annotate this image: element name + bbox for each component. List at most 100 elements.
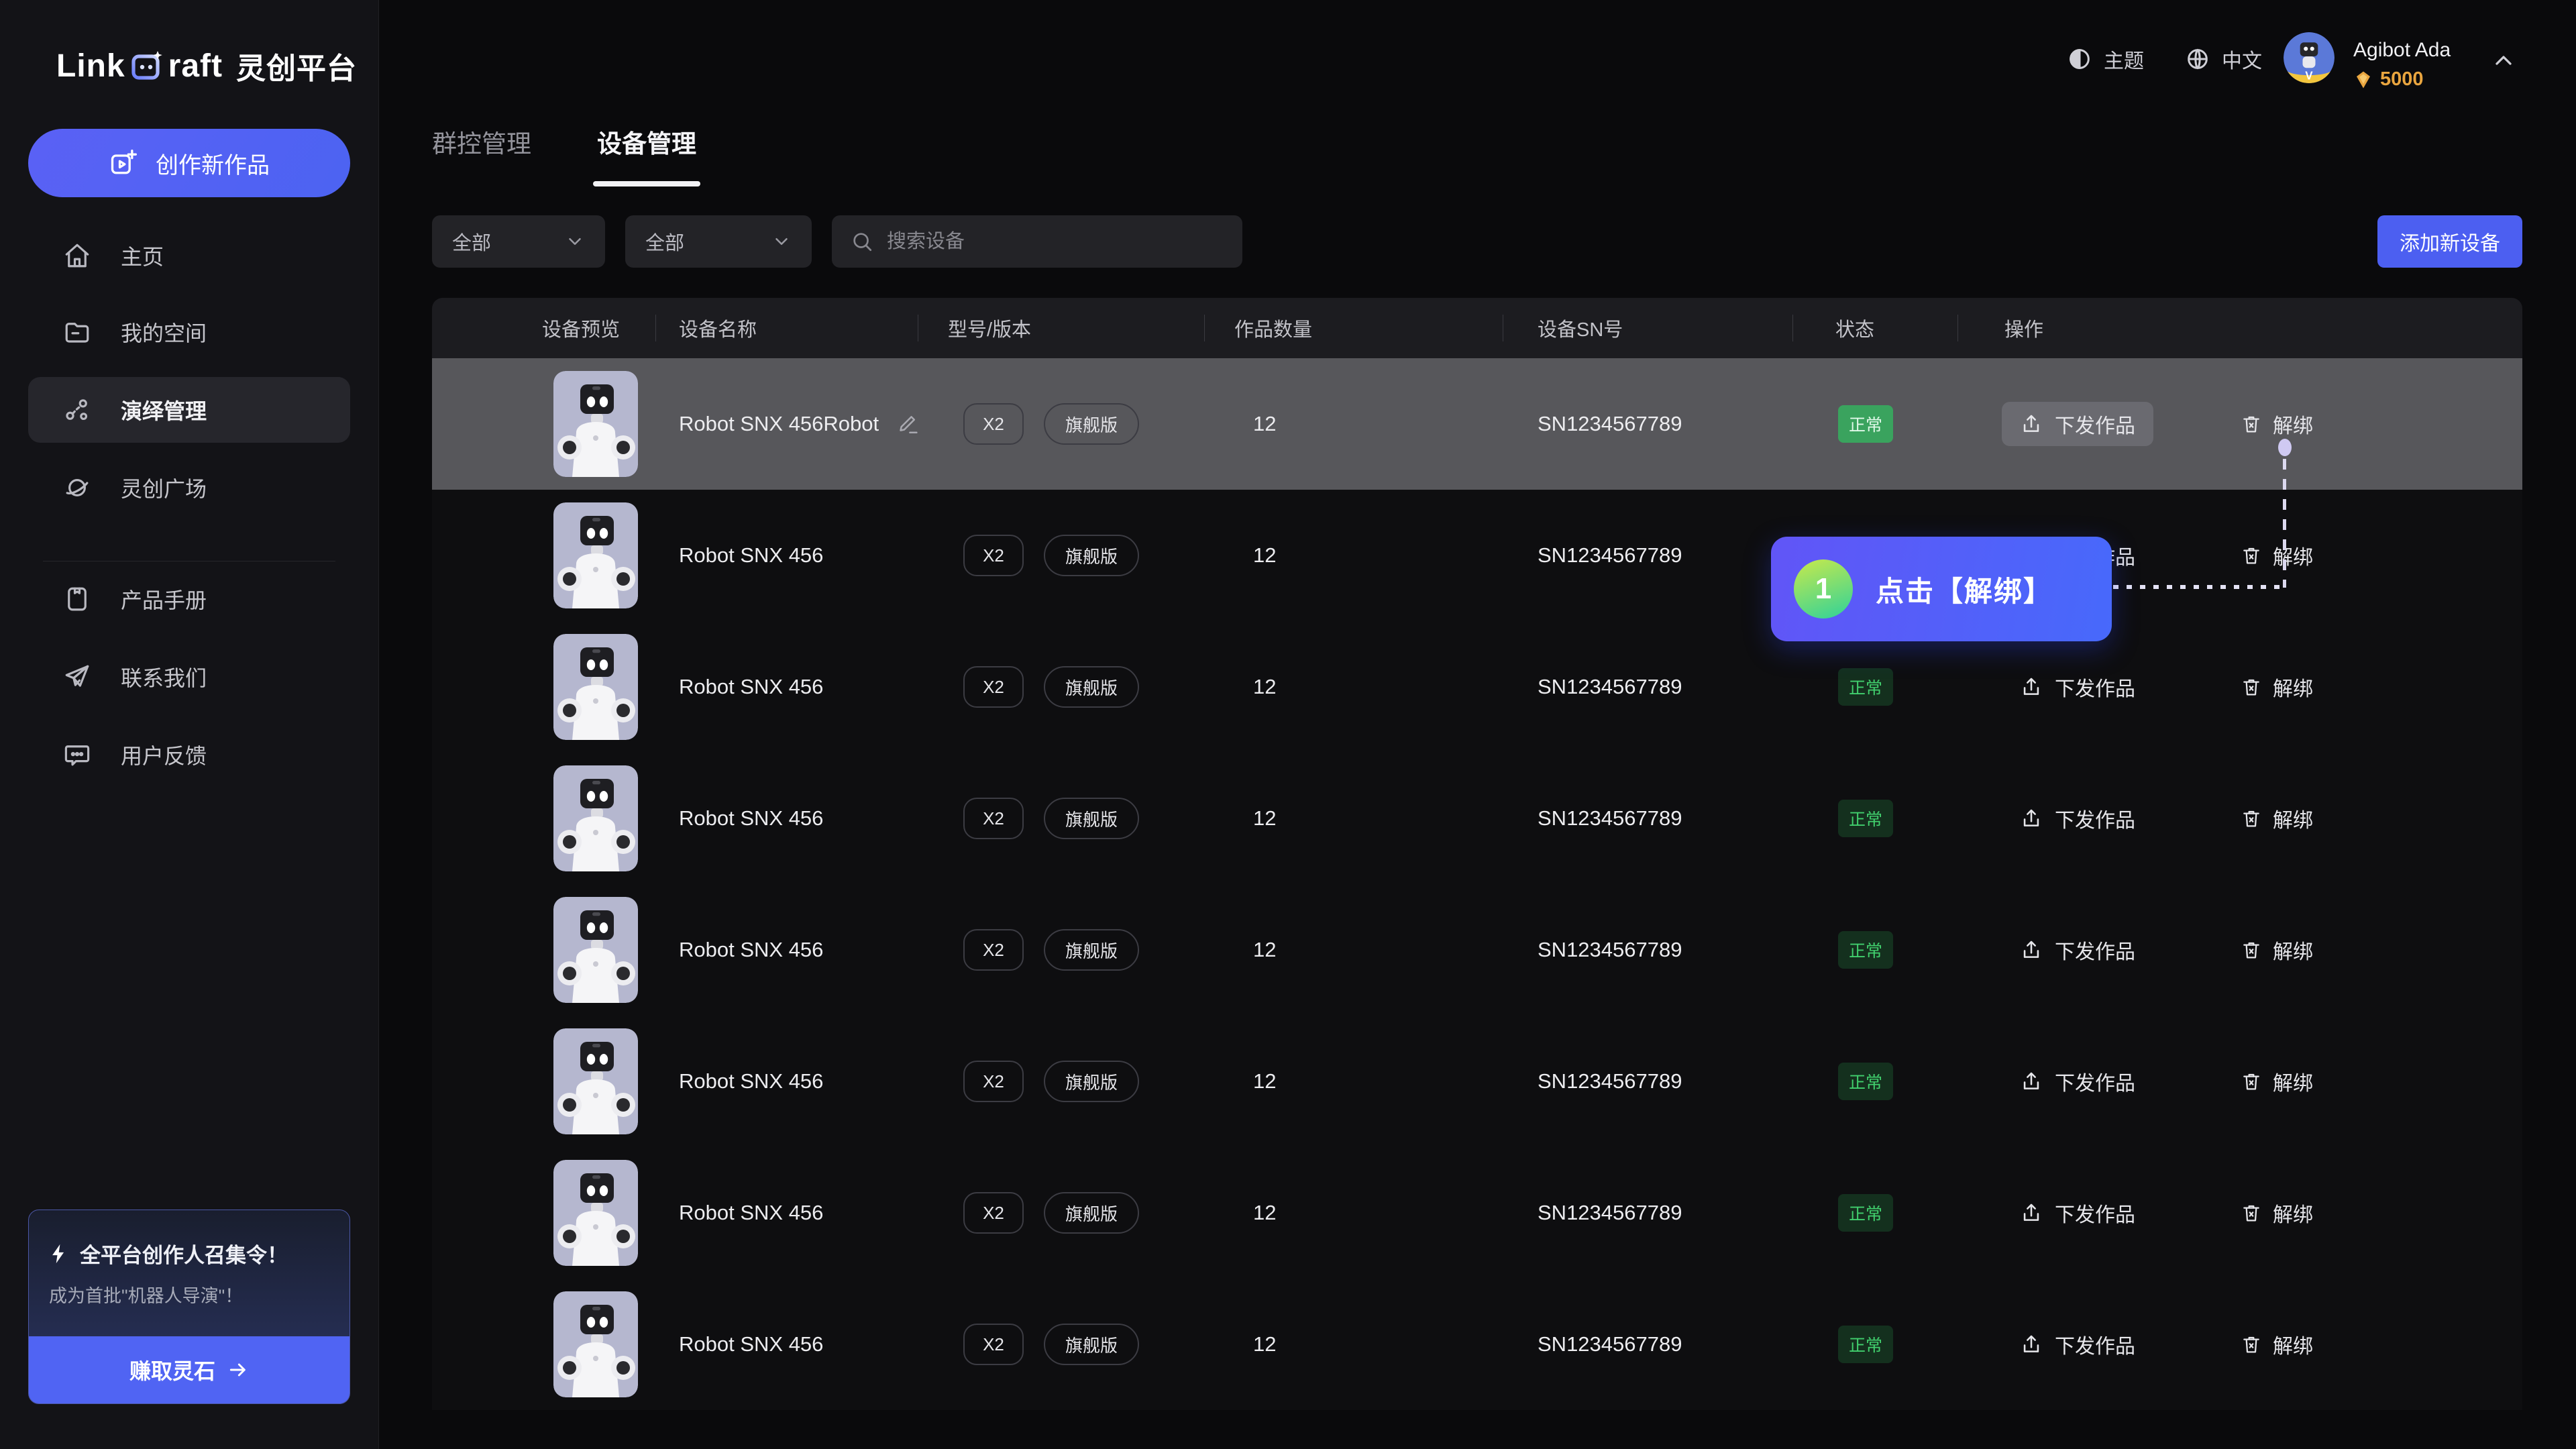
lightning-icon: [48, 1242, 70, 1265]
create-work-icon: [109, 148, 138, 178]
create-new-work-button[interactable]: 创作新作品: [28, 129, 350, 197]
robot-avatar: [553, 634, 638, 740]
works-count: 12: [1253, 1201, 1276, 1225]
promo-card: 全平台创作人召集令！ 成为首批"机器人导演"！ 赚取灵石: [28, 1210, 350, 1404]
deploy-work-button[interactable]: 下发作品: [2002, 1059, 2153, 1104]
deploy-work-button[interactable]: 下发作品: [2002, 402, 2153, 446]
column-separator: [1792, 315, 1793, 341]
device-sn: SN1234567789: [1538, 1201, 1682, 1225]
device-sn: SN1234567789: [1538, 1069, 1682, 1093]
credits-badge: 5000: [2353, 68, 2424, 91]
model-badge: X2: [963, 929, 1024, 971]
unbind-button[interactable]: 解绑: [2241, 804, 2313, 833]
theme-icon: [2066, 46, 2093, 72]
unbind-button[interactable]: 解绑: [2241, 672, 2313, 702]
edition-badge: 旗舰版: [1044, 403, 1139, 445]
device-table: 设备预览 设备名称 型号/版本 作品数量 设备SN号 状态 操作: [432, 298, 2522, 1410]
add-new-device-button[interactable]: 添加新设备: [2377, 215, 2522, 268]
deploy-work-button[interactable]: 下发作品: [2002, 1191, 2153, 1235]
status-badge: 正常: [1838, 1326, 1893, 1363]
device-name: Robot SNX 456Robot: [679, 412, 879, 436]
robot-avatar: [553, 1291, 638, 1397]
guide-tooltip: 1 点击【解绑】: [1771, 537, 2112, 641]
upload-icon: [2020, 1070, 2043, 1093]
edition-badge: 旗舰版: [1044, 1192, 1139, 1234]
unbind-button[interactable]: 解绑: [2241, 1198, 2313, 1228]
device-name: Robot SNX 456: [679, 1069, 823, 1093]
theme-toggle[interactable]: 主题: [2066, 39, 2144, 79]
language-switcher[interactable]: 中文: [2184, 39, 2262, 79]
model-badge: X2: [963, 535, 1024, 576]
device-sn: SN1234567789: [1538, 1332, 1682, 1356]
upload-icon: [2020, 1201, 2043, 1224]
sidebar-item-product-manual[interactable]: 产品手册: [28, 566, 350, 632]
deploy-work-button[interactable]: 下发作品: [2002, 796, 2153, 841]
model-badge: X2: [963, 666, 1024, 708]
guide-step-number: 1: [1794, 559, 1853, 619]
table-body: Robot SNX 456Robot X2 旗舰版 12 SN123456778…: [432, 358, 2522, 1410]
device-name: Robot SNX 456: [679, 1201, 823, 1225]
upload-icon: [2020, 413, 2043, 435]
edition-badge: 旗舰版: [1044, 535, 1139, 576]
brand-logo-prefix: Link: [56, 48, 125, 85]
filter-dropdown-status[interactable]: 全部: [625, 215, 812, 268]
edition-badge: 旗舰版: [1044, 1324, 1139, 1365]
deploy-work-button[interactable]: 下发作品: [2002, 1322, 2153, 1366]
unbind-button[interactable]: 解绑: [2241, 409, 2313, 439]
trash-icon: [2241, 413, 2262, 435]
col-device-sn: 设备SN号: [1538, 314, 1623, 342]
upload-icon: [2020, 807, 2043, 830]
brand-logo-suffix: raft: [168, 48, 223, 85]
works-count: 12: [1253, 1332, 1276, 1356]
sidebar-item-contact-us[interactable]: 联系我们: [28, 644, 350, 710]
deploy-work-button[interactable]: 下发作品: [2002, 665, 2153, 709]
unbind-button[interactable]: 解绑: [2241, 1330, 2313, 1359]
model-badge: X2: [963, 1192, 1024, 1234]
table-row[interactable]: Robot SNX 456 X2 旗舰版 12 SN1234567789 正常 …: [432, 490, 2522, 621]
sidebar-item-user-feedback[interactable]: 用户反馈: [28, 722, 350, 788]
filter-dropdown-category[interactable]: 全部: [432, 215, 605, 268]
tab-group-control[interactable]: 群控管理: [432, 123, 531, 186]
unbind-button[interactable]: 解绑: [2241, 541, 2313, 570]
sidebar-item-rehearsal-management[interactable]: 演绎管理: [28, 377, 350, 443]
table-row[interactable]: Robot SNX 456 X2 旗舰版 12 SN1234567789 正常 …: [432, 621, 2522, 753]
earn-gems-button[interactable]: 赚取灵石: [29, 1336, 350, 1403]
sidebar-item-plaza[interactable]: 灵创广场: [28, 455, 350, 521]
deploy-work-button[interactable]: 下发作品: [2002, 928, 2153, 972]
user-avatar[interactable]: V: [2284, 32, 2334, 83]
table-row[interactable]: Robot SNX 456 X2 旗舰版 12 SN1234567789 正常 …: [432, 884, 2522, 1016]
unbind-button[interactable]: 解绑: [2241, 1067, 2313, 1096]
works-count: 12: [1253, 543, 1276, 568]
chevron-up-icon[interactable]: [2490, 47, 2517, 74]
table-row[interactable]: Robot SNX 456 X2 旗舰版 12 SN1234567789 正常 …: [432, 753, 2522, 884]
user-name: Agibot Ada: [2353, 39, 2451, 62]
table-row[interactable]: Robot SNX 456Robot X2 旗舰版 12 SN123456778…: [432, 358, 2522, 490]
sidebar-item-home[interactable]: 主页: [28, 223, 350, 288]
robot-avatar: [553, 765, 638, 871]
search-input[interactable]: [887, 231, 1224, 253]
promo-title: 全平台创作人召集令！: [48, 1238, 288, 1269]
device-name: Robot SNX 456: [679, 543, 823, 568]
device-search: [832, 215, 1242, 268]
works-count: 12: [1253, 675, 1276, 699]
device-sn: SN1234567789: [1538, 806, 1682, 830]
col-device-name: 设备名称: [679, 314, 757, 342]
table-row[interactable]: Robot SNX 456 X2 旗舰版 12 SN1234567789 正常 …: [432, 1279, 2522, 1410]
edit-name-icon[interactable]: [898, 413, 920, 435]
sidebar-item-my-space[interactable]: 我的空间: [28, 299, 350, 365]
table-row[interactable]: Robot SNX 456 X2 旗舰版 12 SN1234567789 正常 …: [432, 1016, 2522, 1147]
upload-icon: [2020, 1333, 2043, 1356]
gem-icon: [2353, 70, 2373, 90]
status-badge: 正常: [1838, 800, 1893, 837]
tab-device-management[interactable]: 设备管理: [597, 123, 696, 186]
table-row[interactable]: Robot SNX 456 X2 旗舰版 12 SN1234567789 正常 …: [432, 1147, 2522, 1279]
connector-dotted-line-horizontal: [2113, 585, 2282, 589]
robot-avatar: [553, 502, 638, 608]
trash-icon: [2241, 939, 2262, 961]
upload-icon: [2020, 938, 2043, 961]
sidebar: Link raft 灵创平台 创作新作品 主页: [0, 0, 379, 1449]
globe-icon: [2184, 46, 2211, 72]
unbind-button[interactable]: 解绑: [2241, 935, 2313, 965]
trash-icon: [2241, 676, 2262, 698]
works-count: 12: [1253, 412, 1276, 436]
